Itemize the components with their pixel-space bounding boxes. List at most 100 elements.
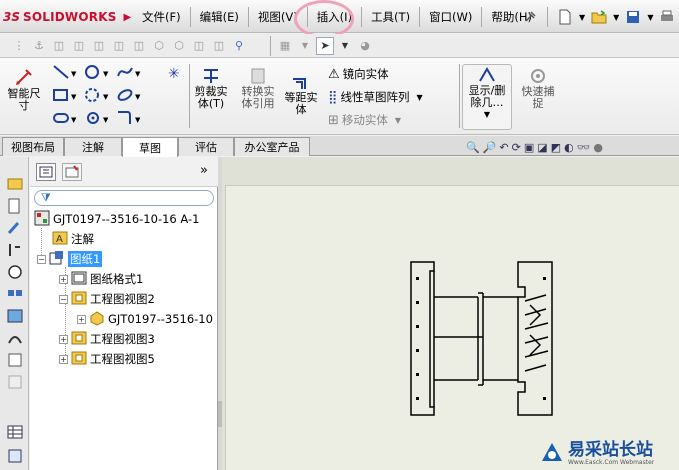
drawing-canvas[interactable]	[222, 157, 679, 470]
toolbar-separator	[270, 35, 271, 56]
zoom-to-fit-icon[interactable]: 🔍	[466, 141, 480, 154]
print-icon[interactable]	[657, 7, 677, 27]
section-view-icon[interactable]: ▣	[524, 141, 534, 154]
collapse-toggle-icon[interactable]: −	[59, 294, 68, 304]
expand-panel-icon[interactable]: »	[200, 163, 208, 178]
tree-item-annotations[interactable]: A 注解	[52, 230, 94, 248]
slot-tool-icon[interactable]: ▼	[52, 110, 84, 129]
line-tool-icon[interactable]: ▼	[52, 64, 84, 83]
watermark-logo-icon	[540, 441, 564, 468]
convert-entities-icon	[251, 68, 265, 84]
smart-dimension-button[interactable]: 智能尺 寸	[6, 66, 42, 112]
ellipse-tool-icon[interactable]: ▼	[116, 87, 148, 106]
expand-toggle-icon[interactable]: +	[77, 314, 86, 324]
tree-root-drawing[interactable]: GJT0197--3516-10-16 A-1	[34, 210, 199, 228]
svg-text:▼: ▼	[135, 116, 141, 124]
weld-symbol-icon[interactable]	[6, 329, 24, 347]
note-icon[interactable]	[6, 241, 24, 259]
appearance-icon[interactable]: ●	[593, 141, 603, 154]
feature-manager-tab-icon[interactable]	[36, 163, 56, 181]
move-dropdown-icon[interactable]: ▼	[395, 116, 401, 125]
part-drawing-view[interactable]	[408, 257, 558, 417]
previous-view-icon[interactable]: ↶	[499, 141, 508, 154]
view-orientation-icon[interactable]: ◪	[537, 141, 547, 154]
new-dropdown-icon[interactable]: ▼	[579, 13, 585, 22]
menu-edit[interactable]: 编辑(E)	[194, 7, 245, 27]
tree-item-drawing-view2[interactable]: − 工程图视图2	[59, 290, 155, 308]
display-style-icon[interactable]: ◩	[551, 141, 561, 154]
display-delete-relations-button[interactable]: 显示/删 除几… ▼	[462, 64, 512, 130]
expand-toggle-icon[interactable]: +	[59, 274, 68, 284]
tab-evaluate[interactable]: 评估	[178, 137, 234, 156]
open-dropdown-icon[interactable]: ▼	[613, 13, 619, 22]
tree-item-sheet1[interactable]: − 图纸1	[37, 250, 103, 268]
expand-toggle-icon[interactable]: +	[59, 334, 68, 344]
point-tool-icon[interactable]: ✳	[168, 66, 180, 82]
mirror-entities-button[interactable]: ⚠ 镜向实体	[328, 66, 423, 82]
dropdown-icon[interactable]: ▼	[336, 37, 354, 55]
svg-text:▼: ▼	[71, 93, 77, 101]
anchor-icon: ⚓	[34, 39, 44, 52]
menu-file[interactable]: 文件(F)	[136, 7, 187, 27]
offset-label: 等距实 体	[284, 91, 318, 116]
tab-view-layout[interactable]: 视图布局	[2, 137, 64, 156]
select-pointer-icon[interactable]: ➤	[316, 36, 334, 55]
block-icon[interactable]	[6, 447, 24, 465]
tab-sketch[interactable]: 草图	[122, 137, 178, 157]
fillet-tool-icon[interactable]: ▼	[116, 110, 148, 129]
tab-annotation[interactable]: 注解	[64, 137, 122, 156]
pin-icon[interactable]	[520, 7, 540, 27]
hide-show-icon[interactable]: ◐	[564, 141, 574, 154]
drawing-view-icon	[71, 350, 87, 369]
spell-check-icon[interactable]	[6, 197, 24, 215]
auto-balloon-icon[interactable]	[6, 285, 24, 303]
tree-item-drawing-view5[interactable]: + 工程图视图5	[59, 350, 155, 368]
offset-icon	[293, 78, 306, 89]
datum-icon	[6, 373, 24, 391]
surface-finish-icon[interactable]	[6, 307, 24, 325]
expand-toggle-icon[interactable]: +	[59, 354, 68, 364]
polygon-tool-icon[interactable]: ▼	[84, 110, 116, 129]
glasses-icon[interactable]: 👓	[577, 141, 591, 154]
menu-tools[interactable]: 工具(T)	[365, 7, 416, 27]
tree-item-drawing-view3[interactable]: + 工程图视图3	[59, 330, 155, 348]
tree-filter-field[interactable]: ⧩	[34, 190, 214, 206]
logo-arrow-icon[interactable]: ▶	[124, 12, 132, 23]
arc-tool-icon[interactable]: ▼	[84, 87, 116, 106]
balloon-icon[interactable]	[6, 263, 24, 281]
save-dropdown-icon[interactable]: ▼	[647, 13, 653, 22]
quick-snaps-button[interactable]: 快速捕 捉	[516, 66, 560, 110]
model-items-icon[interactable]	[6, 175, 24, 193]
rectangle-tool-icon[interactable]: ▼	[52, 87, 84, 106]
trim-entities-button[interactable]: 剪裁实 体(T)	[192, 66, 230, 110]
move-entities-button[interactable]: ⊞ 移动实体 ▼	[328, 112, 423, 128]
dropdown-icon: ▼	[301, 41, 309, 50]
menu-window[interactable]: 窗口(W)	[423, 7, 478, 27]
relations-dropdown-icon[interactable]: ▼	[484, 109, 490, 121]
zoom-area-icon[interactable]: 🔎	[483, 141, 497, 154]
save-icon[interactable]	[623, 7, 643, 27]
new-document-icon[interactable]	[555, 7, 575, 27]
tree-item-sheet-format1[interactable]: + 图纸格式1	[59, 270, 143, 288]
convert-entities-button[interactable]: 转换实 体引用	[236, 66, 280, 110]
property-manager-tab-icon[interactable]	[62, 163, 82, 181]
open-folder-icon[interactable]	[589, 7, 609, 27]
offset-entities-button[interactable]: 等距实 体	[282, 76, 320, 116]
panel-tab-strip: »	[30, 157, 218, 187]
spline-tool-icon[interactable]: ▼	[116, 64, 148, 83]
rotate-view-icon[interactable]: ⟳	[512, 141, 521, 154]
quick-snap-label: 快速捕 捉	[521, 85, 555, 110]
ribbon-separator	[189, 64, 190, 128]
linear-pattern-button[interactable]: ⣿ 线性草图阵列 ▼	[328, 89, 423, 105]
hole-callout-icon[interactable]	[6, 351, 24, 369]
format-painter-icon[interactable]	[6, 219, 24, 237]
drag-handle-icon[interactable]: ⋮	[10, 37, 28, 55]
linear-pattern-dropdown-icon[interactable]: ▼	[417, 93, 423, 102]
tree-item-view2-model[interactable]: + GJT0197--3516-10	[77, 310, 213, 328]
link-icon[interactable]: ⚲	[230, 37, 248, 55]
circle-tool-icon[interactable]: ▼	[84, 64, 116, 83]
table-icon[interactable]	[6, 423, 24, 441]
menu-separator	[361, 7, 363, 27]
tab-office-products[interactable]: 办公室产品	[234, 137, 310, 156]
collapse-toggle-icon[interactable]: −	[37, 254, 46, 264]
